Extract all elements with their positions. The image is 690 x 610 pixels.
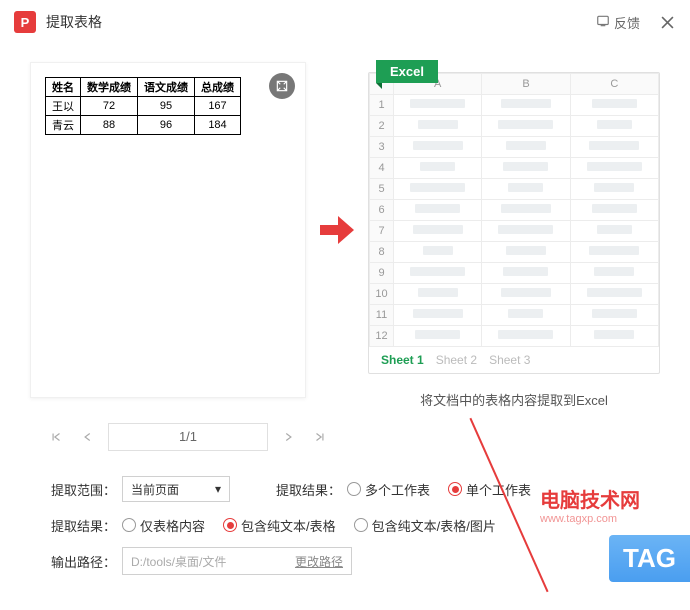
- excel-row: 7: [370, 221, 659, 242]
- arrow-icon: [306, 62, 368, 398]
- table-row: 青云8896184: [46, 116, 241, 135]
- output-label: 输出路径：: [44, 552, 116, 571]
- th: 数学成绩: [81, 78, 138, 97]
- expand-icon[interactable]: [269, 73, 295, 99]
- chevron-down-icon: ▾: [215, 482, 221, 496]
- radio-icon: [223, 518, 237, 532]
- sheet-tab[interactable]: Sheet 2: [436, 353, 477, 367]
- radio-icon: [122, 518, 136, 532]
- radio-option[interactable]: 多个工作表: [347, 480, 430, 499]
- pager: 1/1: [44, 423, 690, 451]
- excel-row: 12: [370, 326, 659, 347]
- result-label-1: 提取结果：: [276, 480, 341, 499]
- excel-row: 2: [370, 116, 659, 137]
- excel-row: 10: [370, 284, 659, 305]
- excel-row: 3: [370, 137, 659, 158]
- excel-row: 5: [370, 179, 659, 200]
- close-button[interactable]: [658, 13, 676, 31]
- radio-label: 多个工作表: [365, 480, 430, 499]
- radio-icon: [354, 518, 368, 532]
- radio-option[interactable]: 包含纯文本/表格: [223, 516, 336, 535]
- radio-icon: [347, 482, 361, 496]
- th: 总成绩: [195, 78, 241, 97]
- document-preview: 姓名数学成绩语文成绩总成绩 王以7295167青云8896184: [30, 62, 306, 398]
- feedback-label: 反馈: [614, 13, 640, 32]
- last-page-button[interactable]: [308, 425, 332, 449]
- sheet-tab[interactable]: Sheet 3: [489, 353, 530, 367]
- feedback-button[interactable]: 反馈: [596, 13, 640, 32]
- source-table: 姓名数学成绩语文成绩总成绩 王以7295167青云8896184: [45, 77, 241, 135]
- range-select[interactable]: 当前页面 ▾: [122, 476, 230, 502]
- sheet-tab[interactable]: Sheet 1: [381, 353, 424, 367]
- output-path-input[interactable]: D:/tools/桌面/文件 更改路径: [122, 547, 352, 575]
- excel-row: 1: [370, 95, 659, 116]
- result-label-2: 提取结果：: [44, 516, 116, 535]
- col-header: B: [482, 74, 570, 95]
- col-header: C: [570, 74, 658, 95]
- app-icon: P: [14, 11, 36, 33]
- radio-label: 包含纯文本/表格/图片: [372, 516, 496, 535]
- radio-option[interactable]: 单个工作表: [448, 480, 531, 499]
- radio-label: 仅表格内容: [140, 516, 205, 535]
- radio-icon: [448, 482, 462, 496]
- range-label: 提取范围：: [44, 480, 116, 499]
- title-bar: P 提取表格 反馈: [0, 0, 690, 44]
- excel-row: 4: [370, 158, 659, 179]
- prev-page-button[interactable]: [76, 425, 100, 449]
- excel-caption: 将文档中的表格内容提取到Excel: [368, 390, 660, 409]
- th: 语文成绩: [138, 78, 195, 97]
- radio-option[interactable]: 仅表格内容: [122, 516, 205, 535]
- excel-row: 11: [370, 305, 659, 326]
- watermark-text: 电脑技术网 www.tagxp.com: [540, 484, 640, 525]
- excel-row: 9: [370, 263, 659, 284]
- excel-row: 8: [370, 242, 659, 263]
- tag-badge: TAG: [609, 535, 690, 582]
- range-value: 当前页面: [131, 481, 179, 498]
- feedback-icon: [596, 14, 610, 31]
- excel-badge: Excel: [376, 60, 438, 83]
- first-page-button[interactable]: [44, 425, 68, 449]
- output-path-value: D:/tools/桌面/文件: [131, 553, 226, 570]
- next-page-button[interactable]: [276, 425, 300, 449]
- excel-row: 6: [370, 200, 659, 221]
- change-path-link[interactable]: 更改路径: [295, 553, 343, 570]
- table-row: 王以7295167: [46, 97, 241, 116]
- th: 姓名: [46, 78, 81, 97]
- page-indicator[interactable]: 1/1: [108, 423, 268, 451]
- radio-option[interactable]: 包含纯文本/表格/图片: [354, 516, 496, 535]
- window-title: 提取表格: [46, 12, 102, 32]
- excel-preview: Excel ABC 123456789101112 Sheet 1Sheet 2…: [368, 62, 660, 409]
- radio-label: 包含纯文本/表格: [241, 516, 336, 535]
